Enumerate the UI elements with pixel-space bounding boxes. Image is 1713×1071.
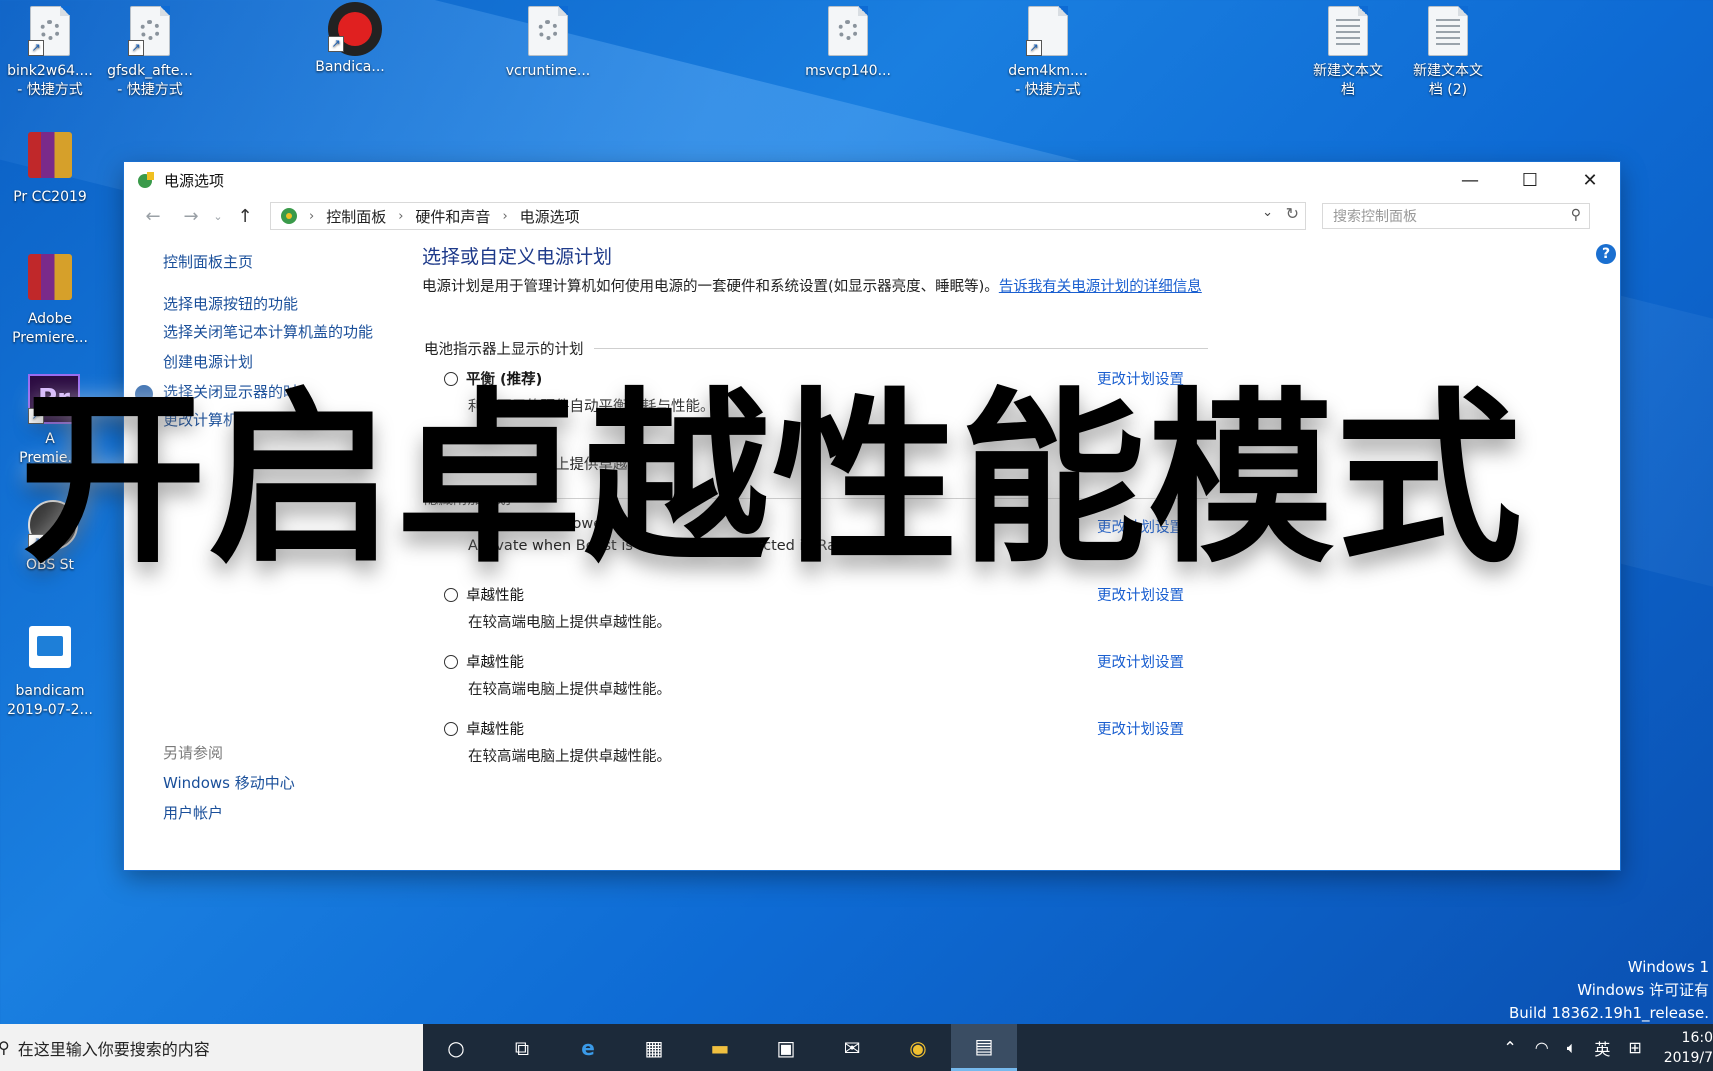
forward-arrow-icon[interactable]: →: [172, 206, 210, 227]
plan-radio[interactable]: [444, 587, 458, 602]
show-hidden-icons-chevron-icon[interactable]: ⌃: [1503, 1038, 1516, 1057]
text-file-icon: [1328, 6, 1368, 56]
desktop-icon-dem4km[interactable]: ↗ dem4km.... - 快捷方式: [1000, 6, 1096, 100]
file-explorer-icon[interactable]: ▬: [687, 1024, 753, 1071]
title-bar[interactable]: 电源选项 — ☐ ✕: [124, 162, 1620, 198]
search-icon: ⚲: [1570, 207, 1581, 223]
up-arrow-icon[interactable]: ↑: [226, 206, 264, 227]
network-icon[interactable]: ◠: [1535, 1038, 1549, 1057]
taskbar-search-placeholder: 在这里输入你要搜索的内容: [17, 1039, 210, 1059]
link-control-panel-home[interactable]: 控制面板主页: [163, 252, 383, 272]
maximize-button[interactable]: ☐: [1500, 162, 1560, 198]
help-icon[interactable]: ?: [1596, 244, 1616, 264]
desktop-icon-adobe-premiere-rar[interactable]: Adobe Premiere...: [2, 254, 98, 348]
text-file-icon: [1428, 6, 1468, 56]
desktop-icon-msvcp140[interactable]: msvcp140...: [800, 6, 896, 81]
plan-ultimate-1[interactable]: 卓越性能 在较高端电脑上提供卓越性能。 更改计划设置: [444, 584, 1184, 632]
back-arrow-icon[interactable]: ←: [134, 206, 172, 227]
address-bar[interactable]: › 控制面板 › 硬件和声音 › 电源选项 ⌄ ↻: [270, 202, 1306, 230]
mail-icon[interactable]: ✉: [819, 1024, 885, 1071]
taskbar-search-box[interactable]: ⚲ 在这里输入你要搜索的内容: [0, 1024, 423, 1071]
search-placeholder: 搜索控制面板: [1333, 209, 1417, 225]
plan-ultimate-3[interactable]: 卓越性能 在较高端电脑上提供卓越性能。 更改计划设置: [444, 718, 1184, 766]
task-view-icon[interactable]: ⧉: [489, 1024, 555, 1071]
video-overlay-title: 开启卓越性能模式: [20, 371, 1525, 588]
desktop-icon-bandicam-video[interactable]: bandicam 2019-07-2...: [2, 622, 98, 720]
file-icon: [828, 6, 868, 56]
app-icon[interactable]: ▦: [621, 1024, 687, 1071]
winrar-icon: [28, 254, 72, 300]
group-battery-meter-plans: 电池指示器上显示的计划: [424, 338, 1208, 359]
search-control-panel-input[interactable]: 搜索控制面板 ⚲: [1322, 203, 1590, 229]
system-tray: ⌃ ◠ 🔈︎ 英 ⊞ 16:0 2019/7: [1485, 1028, 1713, 1068]
taskbar: ⚲ 在这里输入你要搜索的内容 ○ ⧉ e ▦ ▬ ▣ ✉ ◉ ▤ ⌃ ◠ 🔈︎ …: [0, 1024, 1713, 1071]
control-panel-taskbar-icon[interactable]: ▤: [951, 1024, 1017, 1071]
refresh-icon[interactable]: ↻: [1286, 204, 1299, 223]
input-mode-grid-icon[interactable]: ⊞: [1628, 1038, 1641, 1057]
address-dropdown-chevron-icon[interactable]: ⌄: [1262, 205, 1273, 220]
clock[interactable]: 16:0 2019/7: [1664, 1028, 1713, 1068]
gear-icon: [838, 20, 858, 40]
window-title: 电源选项: [164, 171, 225, 190]
power-options-icon: [138, 172, 154, 188]
store-icon[interactable]: ▣: [753, 1024, 819, 1071]
link-lid-close-function[interactable]: 选择关闭笔记本计算机盖的功能: [163, 322, 373, 342]
link-power-button-function[interactable]: 选择电源按钮的功能: [163, 294, 383, 314]
main-content: 选择或自定义电源计划 电源计划是用于管理计算机如何使用电源的一套硬件和系统设置(…: [422, 242, 1202, 765]
gear-icon: [140, 20, 160, 40]
desktop-icon-new-text-document[interactable]: 新建文本文档: [1300, 6, 1396, 100]
close-button[interactable]: ✕: [1560, 162, 1620, 198]
page-heading: 选择或自定义电源计划: [422, 246, 613, 268]
address-bar-row: ← → ⌄ ↑ › 控制面板 › 硬件和声音 › 电源选项 ⌄ ↻ 搜索控制面板…: [124, 198, 1620, 234]
desktop-icon-new-text-document-2[interactable]: 新建文本文档 (2): [1400, 6, 1496, 100]
see-also-heading: 另请参阅: [163, 744, 224, 762]
link-windows-mobility-center[interactable]: Windows 移动中心: [163, 773, 383, 793]
control-panel-icon: [281, 208, 297, 224]
link-create-power-plan[interactable]: 创建电源计划: [163, 352, 383, 372]
cortana-circle-icon[interactable]: ○: [423, 1024, 489, 1071]
windows-watermark: Windows 1 Windows 许可证有 Build 18362.19h1_…: [1508, 958, 1709, 1022]
shortcut-arrow-icon: ↗: [28, 40, 44, 56]
gear-icon: [40, 20, 60, 40]
desktop-icon-vcruntime[interactable]: vcruntime...: [500, 6, 596, 81]
video-file-icon: [29, 626, 71, 668]
plan-ultimate-2[interactable]: 卓越性能 在较高端电脑上提供卓越性能。 更改计划设置: [444, 651, 1184, 699]
shortcut-arrow-icon: ↗: [1026, 40, 1042, 56]
plan-radio[interactable]: [444, 654, 458, 669]
desktop-icon-pr-cc2019[interactable]: Pr CC2019: [2, 132, 98, 207]
learn-more-link[interactable]: 告诉我有关电源计划的详细信息: [999, 279, 1202, 295]
file-icon: [528, 6, 568, 56]
search-icon: ⚲: [0, 1038, 10, 1057]
change-plan-settings-link[interactable]: 更改计划设置: [1097, 651, 1184, 672]
chrome-icon[interactable]: ◉: [885, 1024, 951, 1071]
desktop-icon-bandicam[interactable]: ↗ Bandica...: [302, 2, 398, 77]
breadcrumb-control-panel[interactable]: 控制面板: [326, 206, 386, 227]
link-user-accounts[interactable]: 用户帐户: [163, 803, 383, 823]
shortcut-arrow-icon: ↗: [128, 40, 144, 56]
minimize-button[interactable]: —: [1440, 162, 1500, 198]
ime-indicator[interactable]: 英: [1594, 1036, 1610, 1060]
desktop-icon-bink2w64[interactable]: ↗ bink2w64.... - 快捷方式: [2, 6, 98, 100]
plan-description: 电源计划是用于管理计算机如何使用电源的一套硬件和系统设置(如显示器亮度、睡眠等)…: [422, 279, 1202, 295]
breadcrumb-hardware-sound[interactable]: 硬件和声音: [415, 206, 490, 227]
volume-icon[interactable]: 🔈︎: [1567, 1038, 1577, 1058]
edge-browser-icon[interactable]: e: [555, 1024, 621, 1071]
winrar-icon: [28, 132, 72, 178]
recent-chevron-down-icon[interactable]: ⌄: [210, 210, 226, 223]
plan-radio[interactable]: [444, 721, 458, 736]
shortcut-arrow-icon: ↗: [328, 36, 344, 52]
desktop-icon-gfsdk[interactable]: ↗ gfsdk_afte... - 快捷方式: [102, 6, 198, 100]
gear-icon: [538, 20, 558, 40]
change-plan-settings-link[interactable]: 更改计划设置: [1097, 718, 1184, 739]
breadcrumb-power-options[interactable]: 电源选项: [520, 206, 580, 227]
